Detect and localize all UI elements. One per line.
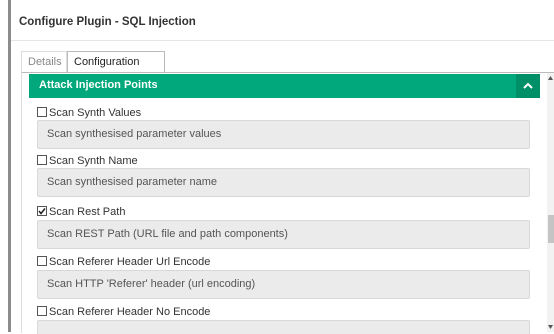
- scan-rest-path-checkbox[interactable]: [37, 206, 47, 216]
- panel-title: Attack Injection Points: [39, 79, 158, 91]
- option-description: Scan REST Path (URL file and path compon…: [37, 220, 530, 249]
- scroll-down-arrow-icon[interactable]: [547, 322, 554, 332]
- scrollbar-thumb[interactable]: [548, 215, 554, 243]
- option-label: Scan Synth Name: [49, 155, 138, 167]
- option-label: Scan Synth Values: [49, 107, 142, 119]
- scan-synth-values-checkbox[interactable]: [37, 107, 47, 117]
- scan-synth-name-option[interactable]: Scan Synth Name: [37, 155, 138, 167]
- checkmark-icon: [38, 208, 46, 215]
- collapse-panel-button[interactable]: [516, 74, 540, 98]
- scan-referer-header-no-encode-option[interactable]: Scan Referer Header No Encode: [37, 306, 210, 318]
- option-label: Scan Referer Header No Encode: [49, 306, 211, 318]
- scan-referer-no-encode-checkbox[interactable]: [37, 306, 47, 316]
- configuration-content: Attack Injection Points Scan Synth Value…: [21, 72, 554, 334]
- option-description: Scan HTTP 'Referer' header (url encoding…: [37, 270, 530, 299]
- dialog-header: Configure Plugin - SQL Injection: [11, 0, 554, 41]
- scan-synth-name-checkbox[interactable]: [37, 155, 47, 165]
- scan-referer-header-url-encode-option[interactable]: Scan Referer Header Url Encode: [37, 256, 210, 268]
- scroll-up-arrow-icon[interactable]: [547, 74, 554, 84]
- vertical-scrollbar[interactable]: [547, 73, 554, 332]
- attack-injection-points-panel: Attack Injection Points Scan Synth Value…: [29, 74, 540, 334]
- scan-synth-values-option[interactable]: Scan Synth Values: [37, 107, 141, 119]
- option-description: Scan synthesised parameter name: [37, 168, 530, 197]
- dialog-title: Configure Plugin - SQL Injection: [19, 16, 196, 28]
- scan-rest-path-option[interactable]: Scan Rest Path: [37, 206, 125, 218]
- tab-details[interactable]: Details: [21, 51, 67, 72]
- window-left-border: [8, 0, 11, 332]
- option-label: Scan Referer Header Url Encode: [49, 256, 211, 268]
- panel-header[interactable]: Attack Injection Points: [29, 74, 540, 98]
- left-margin: [0, 0, 8, 332]
- chevron-up-icon: [523, 82, 533, 89]
- option-description: Scan synthesised parameter values: [37, 120, 530, 149]
- tab-configuration[interactable]: Configuration: [67, 51, 165, 72]
- scan-referer-url-encode-checkbox[interactable]: [37, 256, 47, 266]
- option-label: Scan Rest Path: [49, 206, 126, 218]
